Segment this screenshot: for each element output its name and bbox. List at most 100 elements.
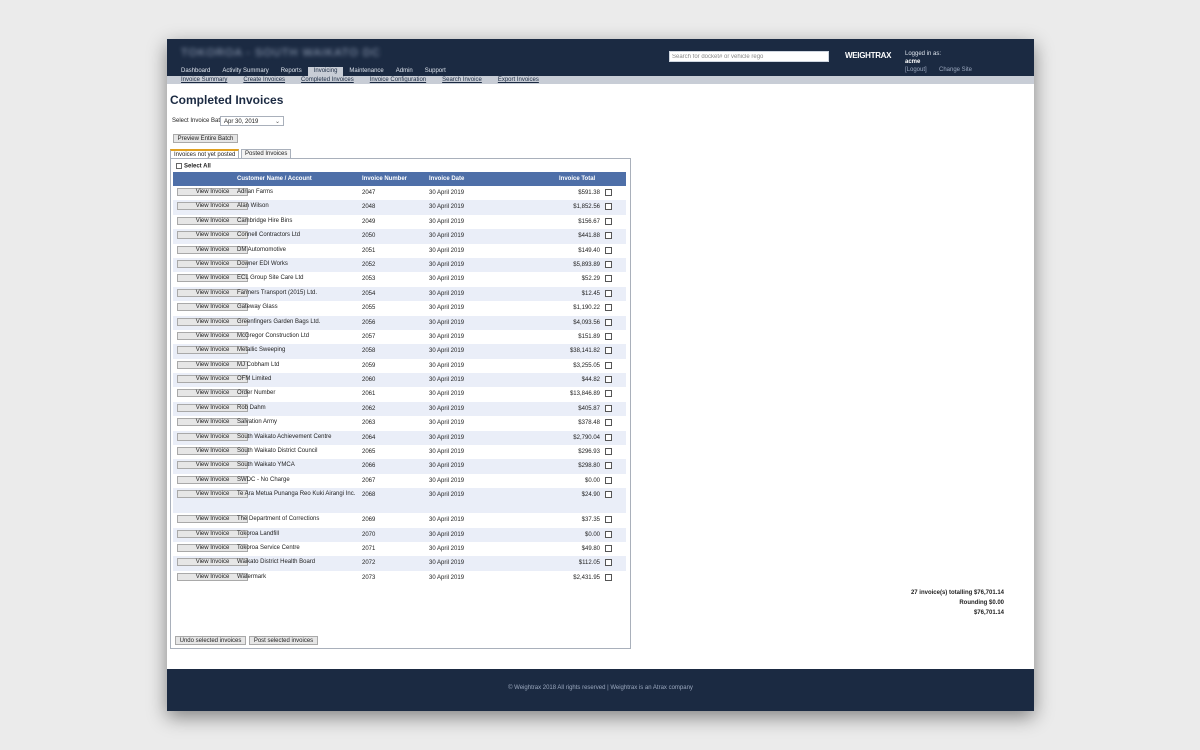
- row-select-checkbox[interactable]: [605, 559, 612, 567]
- invoice-date: 30 April 2019: [429, 420, 465, 427]
- invoice-date: 30 April 2019: [429, 560, 465, 567]
- row-select-checkbox[interactable]: [605, 260, 612, 268]
- row-select-checkbox[interactable]: [605, 544, 612, 552]
- tab-maintenance[interactable]: Maintenance: [343, 67, 389, 76]
- row-select-checkbox[interactable]: [605, 390, 612, 398]
- row-select-checkbox[interactable]: [605, 347, 612, 355]
- header-invoice-total: Invoice Total: [559, 176, 596, 182]
- row-select-checkbox[interactable]: [605, 275, 612, 283]
- invoice-number: 2047: [362, 190, 376, 196]
- row-select-checkbox[interactable]: [605, 232, 612, 240]
- row-select-checkbox[interactable]: [605, 246, 612, 254]
- subnav-search-invoice[interactable]: Search Invoice: [442, 76, 482, 84]
- invoice-total: $52.29: [581, 276, 600, 283]
- header-customer: Customer Name / Account: [237, 176, 312, 182]
- subnav-invoice-summary[interactable]: Invoice Summary: [181, 76, 227, 84]
- subnav-completed-invoices[interactable]: Completed Invoices: [301, 76, 354, 84]
- invoice-total: $5,893.89: [573, 261, 600, 268]
- table-row: View Invoice Cambridge Hire Bins 2049 30 Ap…: [173, 214, 626, 230]
- table-row: View Invoice McGregor Construction Ltd 205…: [173, 329, 626, 345]
- table-row: View Invoice Connell Contractors Ltd 2050 3…: [173, 229, 626, 244]
- header-invoice-number: Invoice Number: [362, 176, 408, 182]
- tab-activity-summary[interactable]: Activity Summary: [216, 67, 274, 76]
- select-all-checkbox[interactable]: [176, 163, 182, 169]
- invoice-date: 30 April 2019: [429, 190, 465, 196]
- tab-admin[interactable]: Admin: [390, 67, 419, 76]
- change-site-link[interactable]: Change Site: [939, 67, 972, 73]
- row-select-checkbox[interactable]: [605, 530, 612, 538]
- chevron-down-icon: ⌄: [274, 119, 280, 125]
- search-input[interactable]: [669, 51, 829, 62]
- row-select-checkbox[interactable]: [605, 419, 612, 427]
- footer-copyright: © Weightrax 2018 All rights reserved | W…: [508, 685, 693, 691]
- customer-name: SWDC - No Charge: [237, 476, 290, 483]
- row-select-checkbox[interactable]: [605, 462, 612, 470]
- row-select-checkbox[interactable]: [605, 189, 612, 196]
- invoice-date: 30 April 2019: [429, 463, 465, 470]
- table-header: Customer Name / Account Invoice Number I…: [173, 172, 626, 186]
- row-select-checkbox[interactable]: [605, 476, 612, 484]
- tab-dashboard[interactable]: Dashboard: [175, 67, 216, 76]
- invoice-total: $156.67: [578, 218, 600, 225]
- invoice-table-body: View Invoice Adrian Farms 2047 30 April 201…: [173, 186, 626, 586]
- invoice-batch-select[interactable]: Apr 30, 2019 ⌄: [220, 116, 284, 126]
- row-select-checkbox[interactable]: [605, 217, 612, 225]
- app-window: TOKOROA - SOUTH WAIKATO DC WEIGHTRAX Log…: [167, 39, 1034, 711]
- row-select-checkbox[interactable]: [605, 361, 612, 369]
- table-row: View Invoice Salvation Army 2063 30 April 2…: [173, 416, 626, 431]
- tab-invoicing[interactable]: Invoicing: [307, 67, 344, 76]
- invoice-date: 30 April 2019: [429, 434, 465, 441]
- summary-count-total: 27 invoice(s) totalling $76,701.14: [910, 590, 1004, 596]
- table-row: View Invoice Greenfingers Garden Bags Ltd…: [173, 315, 626, 330]
- row-select-checkbox[interactable]: [605, 573, 612, 581]
- table-row: View Invoice Waikato District Health Boar…: [173, 556, 626, 571]
- invoice-date: 30 April 2019: [429, 362, 465, 369]
- logout-link[interactable]: [Logout]: [905, 67, 927, 73]
- select-all[interactable]: Select All: [176, 163, 211, 170]
- row-select-checkbox[interactable]: [605, 376, 612, 384]
- invoice-date: 30 April 2019: [429, 261, 465, 268]
- row-select-checkbox[interactable]: [605, 203, 612, 211]
- table-row: View Invoice South Waikato YMCA 2066 30 Apr…: [173, 459, 626, 474]
- customer-name: Metallic Sweeping: [237, 347, 286, 354]
- post-selected-button[interactable]: Post selected invoices: [249, 636, 318, 645]
- table-row: View Invoice The Department of Correction…: [173, 513, 626, 528]
- invoice-number: 2063: [362, 420, 376, 427]
- tab-reports[interactable]: Reports: [275, 67, 308, 76]
- row-select-checkbox[interactable]: [605, 448, 612, 456]
- table-row: View Invoice Te Ara Metua Punanga Reo Kuk…: [173, 488, 626, 514]
- invoice-number: 2072: [362, 560, 376, 567]
- subnav-create-invoices[interactable]: Create Invoices: [243, 76, 285, 84]
- customer-name: Te Ara Metua Punanga Reo Kuki Airangi In…: [237, 491, 356, 498]
- row-select-checkbox[interactable]: [605, 304, 612, 312]
- customer-name: The Department of Corrections: [237, 516, 320, 523]
- customer-name: Cambridge Hire Bins: [237, 217, 293, 224]
- row-select-checkbox[interactable]: [605, 404, 612, 412]
- preview-entire-batch-button[interactable]: Preview Entire Batch: [173, 134, 238, 143]
- invoice-number: 2062: [362, 405, 376, 412]
- row-select-checkbox[interactable]: [605, 491, 612, 499]
- invoice-date: 30 April 2019: [429, 449, 465, 456]
- row-select-checkbox[interactable]: [605, 516, 612, 524]
- invoice-number: 2053: [362, 276, 376, 283]
- row-select-checkbox[interactable]: [605, 332, 612, 340]
- invoice-number: 2067: [362, 477, 376, 484]
- subnav-export-invoices[interactable]: Export Invoices: [498, 76, 539, 84]
- invoice-total: $441.88: [578, 233, 600, 240]
- tab-support[interactable]: Support: [419, 67, 452, 76]
- table-row: View Invoice Watermark 2073 30 April 2019 $2…: [173, 570, 626, 586]
- table-row: View Invoice Order Number 2061 30 April 201…: [173, 387, 626, 402]
- table-row: View Invoice Downer EDI Works 2052 30 April…: [173, 257, 626, 273]
- invoice-date: 30 April 2019: [429, 319, 465, 326]
- customer-name: Waikato District Health Board: [237, 559, 316, 566]
- row-select-checkbox[interactable]: [605, 289, 612, 297]
- subnav-invoice-configuration[interactable]: Invoice Configuration: [370, 76, 426, 84]
- summary-rounding: Rounding $0.00: [959, 600, 1004, 606]
- undo-selected-button[interactable]: Undo selected invoices: [175, 636, 246, 645]
- customer-name: South Waikato Achievement Centre: [237, 433, 332, 440]
- row-select-checkbox[interactable]: [605, 433, 612, 441]
- batch-select-value: Apr 30, 2019: [224, 119, 259, 125]
- invoice-total: $13,846.89: [569, 391, 600, 398]
- main-nav-tabs: Dashboard Activity Summary Reports Invoi…: [175, 67, 452, 76]
- row-select-checkbox[interactable]: [605, 318, 612, 326]
